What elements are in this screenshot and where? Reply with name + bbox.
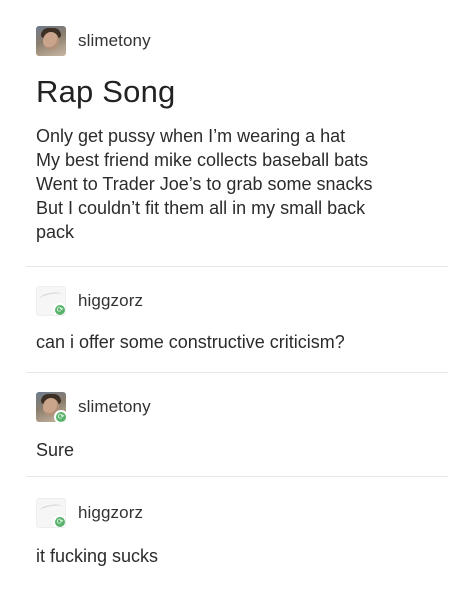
default-avatar[interactable]: ⟳ bbox=[36, 286, 66, 316]
avatar[interactable]: ⟳ bbox=[36, 392, 66, 422]
reply-text: can i offer some constructive criticism? bbox=[36, 332, 345, 352]
reblog-icon: ⟳ bbox=[53, 303, 65, 315]
divider bbox=[26, 372, 448, 373]
body-line: My best friend mike collects baseball ba… bbox=[36, 150, 369, 170]
body-line: Went to Trader Joe’s to grab some snacks bbox=[36, 174, 373, 194]
post-4-header: ⟳ higgzorz bbox=[36, 498, 143, 528]
divider bbox=[26, 266, 448, 267]
body-line: Only get pussy when I’m wearing a hat bbox=[36, 126, 346, 146]
post-title: Rap Song bbox=[36, 74, 176, 109]
post-3-header: ⟳ slimetony bbox=[36, 392, 151, 422]
username[interactable]: slimetony bbox=[78, 397, 151, 417]
reblog-icon: ⟳ bbox=[54, 410, 66, 422]
post-2-header: ⟳ higgzorz bbox=[36, 286, 143, 316]
post-body: Only get pussy when I’m wearing a hat My… bbox=[36, 124, 446, 244]
reply-text: it fucking sucks bbox=[36, 546, 159, 566]
body-line: pack bbox=[36, 222, 75, 242]
default-avatar[interactable]: ⟳ bbox=[36, 498, 66, 528]
reply-text: Sure bbox=[36, 440, 75, 460]
divider bbox=[26, 476, 448, 477]
post-1-header: slimetony bbox=[36, 26, 151, 56]
avatar-squiggle bbox=[39, 503, 63, 514]
username[interactable]: slimetony bbox=[78, 31, 151, 51]
reblog-icon: ⟳ bbox=[53, 515, 65, 527]
avatar[interactable] bbox=[36, 26, 66, 56]
body-line: But I couldn’t fit them all in my small … bbox=[36, 198, 366, 218]
username[interactable]: higgzorz bbox=[78, 291, 143, 311]
avatar-face bbox=[43, 32, 59, 50]
username[interactable]: higgzorz bbox=[78, 503, 143, 523]
avatar-squiggle bbox=[39, 291, 63, 302]
